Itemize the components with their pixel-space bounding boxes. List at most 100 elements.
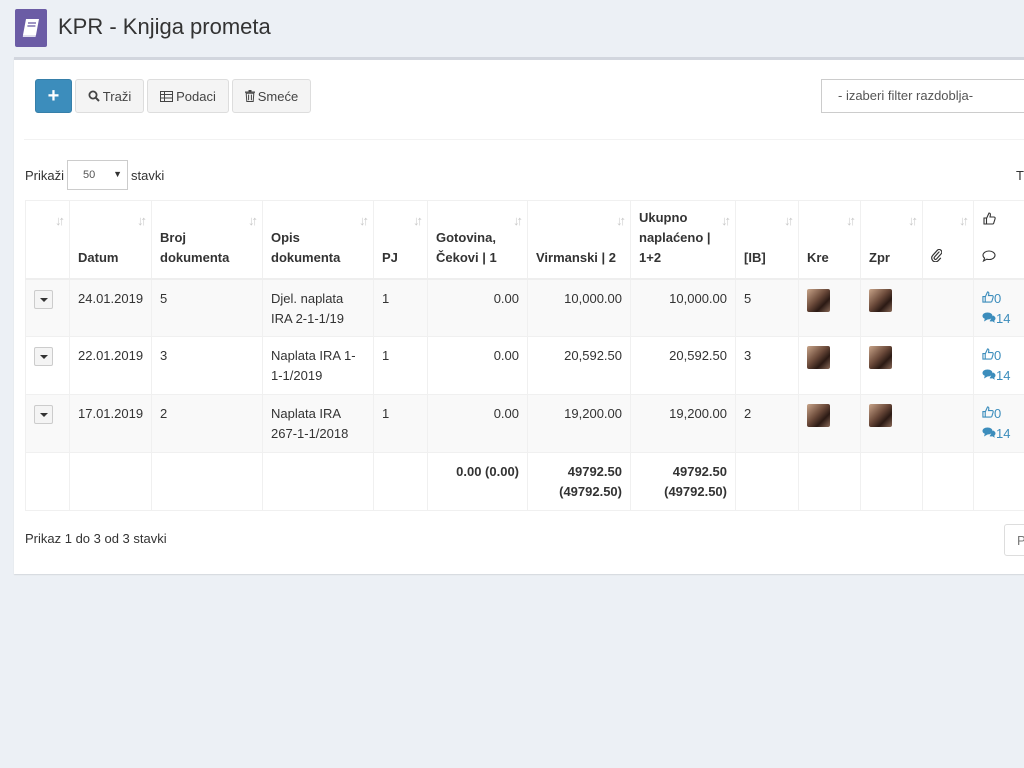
cell-kre [798,394,861,453]
totals-cell [798,452,861,511]
modifier-avatar[interactable] [869,288,892,312]
row-dropdown-button[interactable] [34,289,53,309]
table-header-row: ↓↑ Datum ↓↑ Broj dokumenta ↓↑ Opis dokumen… [25,200,1024,280]
cell-ukupno: 10,000.00 [630,278,736,337]
page-length-select[interactable]: 50 ▼ [67,160,128,190]
creator-avatar[interactable] [807,404,830,427]
cell-ukupno: 19,200.00 [630,394,736,453]
caret-down-icon [40,355,48,359]
comments-link[interactable]: 14 [982,309,1024,329]
sort-icon: ↓↑ [513,213,523,228]
cell-datum: 24.01.2019 [69,278,152,337]
cell-pj: 1 [373,394,428,453]
pagination-previous[interactable]: P [1004,524,1024,556]
thumbs-up-icon [983,211,996,231]
totals-cell [25,452,70,511]
search-icon [88,90,100,102]
likes-link[interactable]: 0 [982,289,1024,309]
likes-link[interactable]: 0 [982,404,1024,424]
sort-icon: ↓↑ [846,213,856,228]
column-header-pj[interactable]: PJ ↓↑ [373,200,428,280]
sort-icon: ↓↑ [413,213,423,228]
column-header-datum[interactable]: Datum ↓↑ [69,200,152,280]
cell-social: 0 14 [973,394,1024,453]
column-header-broj[interactable]: Broj dokumenta ↓↑ [151,200,263,280]
search-button[interactable]: Traži [75,79,144,113]
totals-cell [151,452,263,511]
items-label: stavki [131,168,165,183]
divider [24,139,1024,140]
data-button-label: Podaci [176,88,216,104]
period-filter-select[interactable]: - izaberi filter razdoblja- [821,79,1024,113]
page-header: KPR - Knjiga prometa [0,0,1024,57]
cell-gotovina: 0.00 [427,278,528,337]
thumbs-up-icon [982,406,994,421]
total-gotovina: 0.00 (0.00) [427,452,528,511]
sort-icon: ↓↑ [616,213,626,228]
row-dropdown-button[interactable] [34,405,53,424]
totals-cell [373,452,428,511]
comments-icon [982,311,996,326]
caret-down-icon [40,413,48,417]
comments-icon [982,426,996,441]
content-panel: + Traži Podaci Smeće - izaberi filter ra… [14,57,1024,574]
column-header-ukupno[interactable]: Ukupno naplaćeno | 1+2 ↓↑ [630,200,736,280]
column-header-zpr[interactable]: Zpr ↓↑ [860,200,923,280]
trash-icon [244,90,255,102]
trash-button[interactable]: Smeće [232,79,311,113]
cell-zpr [860,336,923,395]
sort-icon: ↓↑ [721,213,731,228]
cell-opis: Naplata IRA 267-1-1/2018 [262,394,374,453]
page-length-control: Prikaži 50 ▼ stavki [25,160,225,190]
creator-avatar[interactable] [807,288,830,312]
column-header-attachment[interactable]: ↓↑ [922,200,974,280]
totals-cell [973,452,1024,511]
book-icon [15,9,47,47]
cell-datum: 22.01.2019 [69,336,152,395]
column-header-social[interactable]: ↓↑ [973,200,1024,280]
totals-cell [922,452,974,511]
cell-gotovina: 0.00 [427,394,528,453]
cell-opis: Naplata IRA 1-1-1/2019 [262,336,374,395]
cell-attachment [922,394,974,453]
cell-kre [798,278,861,337]
cell-social: 0 14 [973,278,1024,337]
total-ukupno: 49792.50 (49792.50) [630,452,736,511]
column-header-gotovina[interactable]: Gotovina, Čekovi | 1 ↓↑ [427,200,528,280]
page-length-value: 50 [83,169,96,181]
sort-icon: ↓↑ [784,213,794,228]
cell-ukupno: 20,592.50 [630,336,736,395]
column-header-virmanski[interactable]: Virmanski | 2 ↓↑ [527,200,631,280]
modifier-avatar[interactable] [869,404,892,427]
cell-zpr [860,278,923,337]
table-info: Prikaz 1 do 3 od 3 stavki [25,531,167,546]
comments-link[interactable]: 14 [982,424,1024,444]
totals-row: 0.00 (0.00) 49792.50 (49792.50) 49792.50… [25,452,1024,511]
cell-datum: 17.01.2019 [69,394,152,453]
column-header-toggle[interactable]: ↓↑ [25,200,70,280]
likes-link[interactable]: 0 [982,346,1024,366]
column-header-ib[interactable]: [IB] ↓↑ [735,200,799,280]
column-header-kre[interactable]: Kre ↓↑ [798,200,861,280]
sort-icon: ↓↑ [248,213,258,228]
trash-button-label: Smeće [257,88,299,104]
cell-ib: 5 [735,278,799,337]
sort-icon: ↓↑ [359,213,369,228]
comments-icon [982,368,996,383]
creator-avatar[interactable] [807,346,830,369]
search-label: T [1016,168,1024,183]
totals-cell [860,452,923,511]
cell-ib: 3 [735,336,799,395]
table-row[interactable]: 24.01.2019 5 Djel. naplata IRA 2-1-1/19 … [25,278,1024,337]
cell-gotovina: 0.00 [427,336,528,395]
column-header-opis[interactable]: Opis dokumenta ↓↑ [262,200,374,280]
totals-cell [262,452,374,511]
comments-link[interactable]: 14 [982,366,1024,386]
modifier-avatar[interactable] [869,346,892,369]
sort-icon: ↓↑ [55,213,65,228]
row-dropdown-button[interactable] [34,347,53,366]
add-button[interactable]: + [35,79,72,113]
data-button[interactable]: Podaci [147,79,229,113]
table-row[interactable]: 17.01.2019 2 Naplata IRA 267-1-1/2018 1 … [25,394,1024,453]
table-row[interactable]: 22.01.2019 3 Naplata IRA 1-1-1/2019 1 0.… [25,336,1024,395]
